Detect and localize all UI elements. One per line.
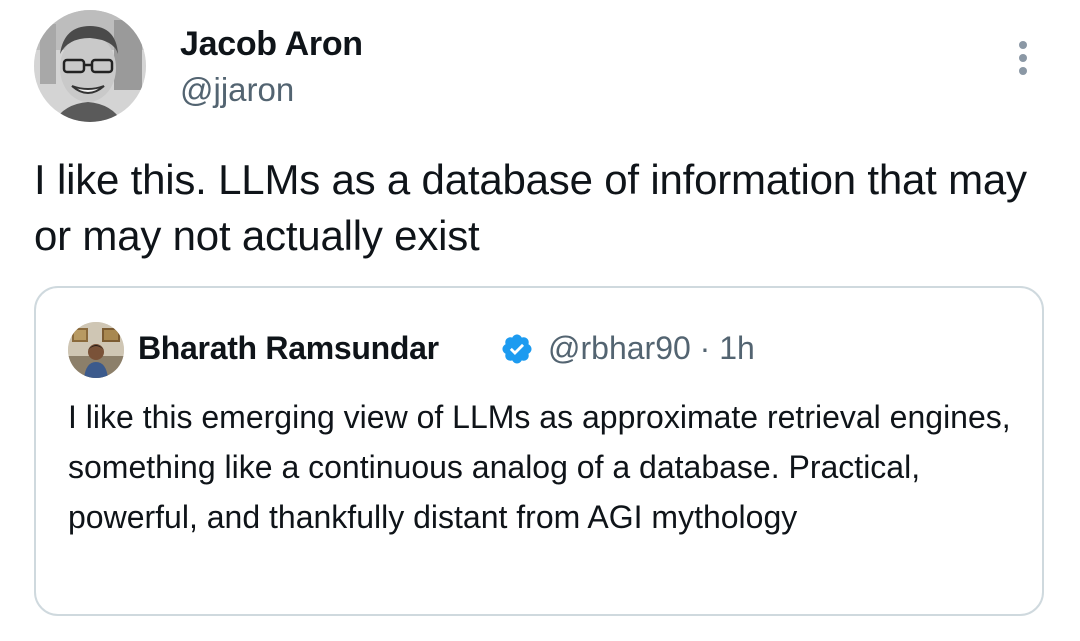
quoted-tweet-text: I like this emerging view of LLMs as app… bbox=[68, 399, 1011, 535]
quoted-author-avatar-image bbox=[68, 322, 124, 378]
author-display-name[interactable]: Jacob Aron bbox=[180, 24, 363, 64]
quoted-author-avatar[interactable] bbox=[68, 322, 124, 378]
more-options-icon-dot bbox=[1019, 41, 1027, 49]
author-handle[interactable]: @jjaron bbox=[180, 70, 294, 110]
tweet-text: I like this. LLMs as a database of infor… bbox=[34, 156, 1027, 259]
quoted-author-meta: @rbhar90 · 1h bbox=[548, 328, 755, 368]
quoted-tweet-card[interactable]: Bharath Ramsundar @rbhar90 · 1h I like t… bbox=[34, 286, 1044, 616]
quoted-tweet-timestamp[interactable]: 1h bbox=[719, 330, 755, 366]
meta-separator: · bbox=[699, 330, 711, 366]
quoted-author-handle[interactable]: @rbhar90 bbox=[548, 330, 691, 366]
more-options-button[interactable] bbox=[1008, 36, 1038, 80]
quoted-author-display-name[interactable]: Bharath Ramsundar bbox=[138, 328, 439, 368]
author-avatar[interactable] bbox=[34, 10, 146, 122]
more-options-icon-dot bbox=[1019, 54, 1027, 62]
more-options-icon-dot bbox=[1019, 67, 1027, 75]
author-avatar-image bbox=[34, 10, 146, 122]
verified-badge-icon bbox=[502, 334, 532, 364]
